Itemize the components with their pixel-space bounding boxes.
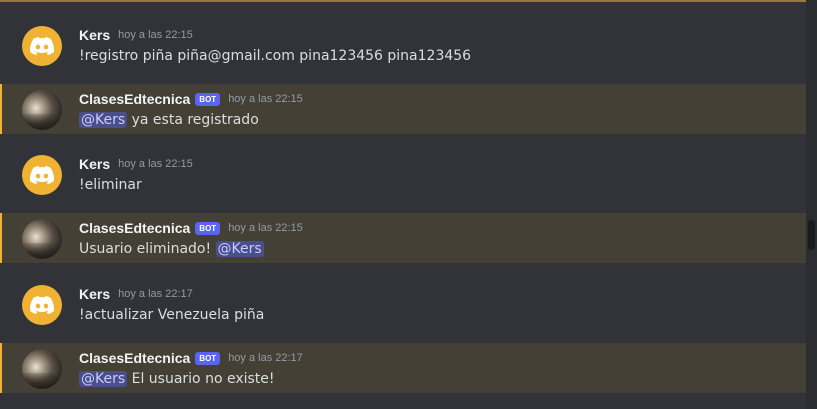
message-text: Usuario eliminado! (79, 241, 216, 257)
discord-logo-icon (30, 296, 54, 314)
message-content: Usuario eliminado! @Kers (79, 239, 264, 259)
message-text: ya esta registrado (127, 112, 259, 128)
message-mention[interactable]: ClasesEdtecnica BOT hoy a las 22:15 @Ker… (0, 84, 806, 134)
avatar[interactable] (22, 219, 62, 259)
user-mention[interactable]: @Kers (215, 241, 264, 257)
message-content: !registro piña piña@gmail.com pina123456… (79, 46, 471, 66)
username[interactable]: Kers (79, 156, 110, 172)
divider (0, 0, 806, 2)
message-content: !actualizar Venezuela piña (79, 305, 264, 325)
discord-logo-icon (30, 37, 54, 55)
message-mention[interactable]: ClasesEdtecnica BOT hoy a las 22:17 @Ker… (0, 343, 806, 393)
timestamp[interactable]: hoy a las 22:15 (228, 93, 303, 105)
username[interactable]: Kers (79, 27, 110, 43)
username[interactable]: ClasesEdtecnica (79, 350, 190, 366)
username[interactable]: Kers (79, 286, 110, 302)
message-mention[interactable]: ClasesEdtecnica BOT hoy a las 22:15 Usua… (0, 213, 806, 263)
timestamp[interactable]: hoy a las 22:15 (118, 29, 193, 41)
message-list[interactable]: Kers hoy a las 22:15 !registro piña piña… (0, 0, 806, 409)
avatar[interactable] (22, 155, 62, 195)
message-content: @Kers ya esta registrado (79, 110, 259, 130)
message-content: @Kers El usuario no existe! (79, 369, 275, 389)
bot-badge: BOT (195, 92, 221, 106)
timestamp[interactable]: hoy a las 22:17 (228, 352, 303, 364)
username[interactable]: ClasesEdtecnica (79, 220, 190, 236)
avatar[interactable] (22, 349, 62, 389)
avatar[interactable] (22, 285, 62, 325)
message-header: ClasesEdtecnica BOT hoy a las 22:15 (79, 89, 303, 109)
timestamp[interactable]: hoy a las 22:15 (118, 158, 193, 170)
message-text: !registro piña piña@gmail.com pina123456… (79, 48, 472, 64)
user-mention[interactable]: @Kers (79, 112, 128, 128)
username[interactable]: ClasesEdtecnica (79, 91, 190, 107)
message-text: !actualizar Venezuela piña (79, 307, 265, 323)
user-mention[interactable]: @Kers (79, 371, 128, 387)
bot-badge: BOT (195, 351, 221, 365)
timestamp[interactable]: hoy a las 22:15 (228, 222, 303, 234)
message-content: !eliminar (79, 175, 142, 195)
message[interactable]: Kers hoy a las 22:15 !registro piña piña… (0, 20, 806, 70)
discord-logo-icon (30, 166, 54, 184)
avatar[interactable] (22, 90, 62, 130)
message-header: ClasesEdtecnica BOT hoy a las 22:15 (79, 218, 303, 238)
message-header: Kers hoy a las 22:15 (79, 25, 193, 45)
message-text: !eliminar (79, 177, 142, 193)
message[interactable]: Kers hoy a las 22:17 !actualizar Venezue… (0, 279, 806, 329)
message-header: ClasesEdtecnica BOT hoy a las 22:17 (79, 348, 303, 368)
message-header: Kers hoy a las 22:15 (79, 154, 193, 174)
avatar[interactable] (22, 26, 62, 66)
message-header: Kers hoy a las 22:17 (79, 284, 193, 304)
scrollbar[interactable] (806, 0, 817, 409)
scrollbar-thumb[interactable] (808, 220, 815, 250)
bot-badge: BOT (195, 221, 221, 235)
message-text: El usuario no existe! (127, 371, 275, 387)
message[interactable]: Kers hoy a las 22:15 !eliminar (0, 149, 806, 199)
timestamp[interactable]: hoy a las 22:17 (118, 288, 193, 300)
